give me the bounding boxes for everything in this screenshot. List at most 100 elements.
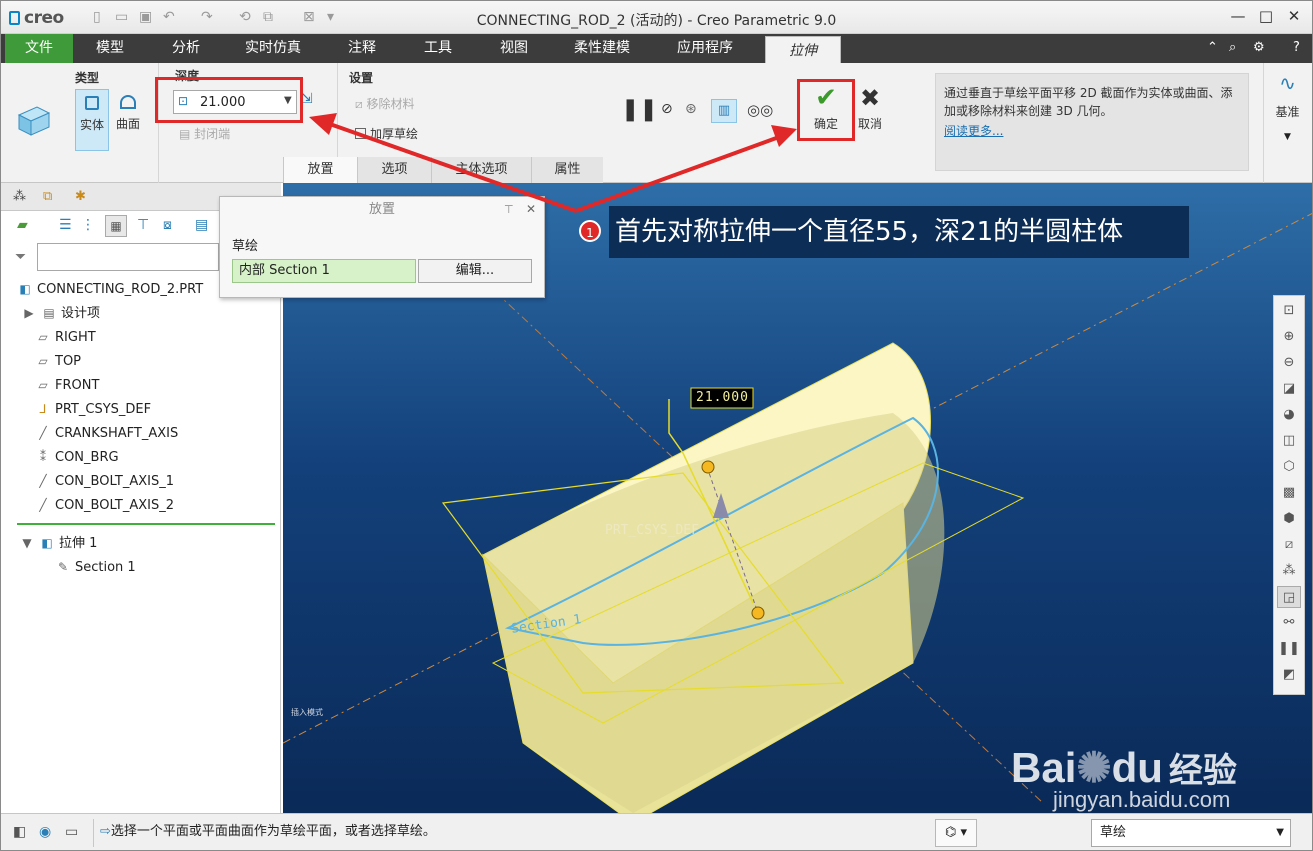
settings-label: 设置 — [349, 71, 374, 85]
menu-view[interactable]: 视图 — [485, 34, 543, 63]
tab-body-options[interactable]: 主体选项 — [431, 157, 531, 183]
annotation-display-icon[interactable]: ⚯ — [1277, 612, 1301, 634]
menu-annotate[interactable]: 注释 — [333, 34, 391, 63]
tree-columns-icon[interactable]: ⋮ — [81, 217, 95, 233]
thicken-sketch-option[interactable]: 加厚草绘 — [355, 125, 418, 142]
tab-properties[interactable]: 属性 — [531, 157, 603, 183]
zoom-out-icon[interactable]: ⊖ — [1277, 352, 1301, 374]
filter-funnel-icon[interactable]: ⏷ — [15, 249, 26, 265]
tree-item-label: 设计项 — [61, 306, 101, 321]
folder-browser-icon[interactable]: ⧉ — [43, 189, 52, 204]
tree-item-design-items[interactable]: ▶ ▤ 设计项 — [21, 301, 100, 325]
read-more-link[interactable]: 阅读更多... — [944, 122, 1240, 140]
expand-arrow-icon[interactable]: ▶ — [21, 301, 37, 325]
datum-planes-display-icon[interactable]: ⧄ — [1277, 534, 1301, 556]
tree-item-bolt-axis-1[interactable]: ╱ CON_BOLT_AXIS_1 — [35, 469, 174, 493]
maximize-button[interactable]: □ — [1251, 7, 1281, 25]
pin-icon[interactable]: ⊤ — [504, 203, 514, 216]
menu-file[interactable]: 文件 — [5, 34, 73, 63]
cancel-button[interactable]: ✖ 取消 — [853, 83, 887, 137]
favorites-icon[interactable]: ✱ — [75, 189, 86, 204]
perspective-icon[interactable]: ⬢ — [1277, 508, 1301, 530]
surface-toggle[interactable]: 曲面 — [111, 89, 145, 151]
menu-flexible-modeling[interactable]: 柔性建模 — [561, 34, 643, 63]
selection-filter[interactable]: 草绘 ▼ — [1091, 819, 1291, 847]
tab-options[interactable]: 选项 — [357, 157, 431, 183]
saved-views-icon[interactable]: ⬡ — [1277, 456, 1301, 478]
menu-model[interactable]: 模型 — [81, 34, 139, 63]
find-icon[interactable]: ⌬ ▾ — [935, 819, 977, 847]
refit-icon[interactable]: ⊡ — [1277, 300, 1301, 322]
model-tree-tab-icon[interactable]: ⁂ — [13, 189, 26, 204]
shading-icon[interactable]: ◕ — [1277, 404, 1301, 426]
datum-sketch-icon[interactable]: ∿ — [1264, 71, 1311, 95]
search-icon[interactable]: ⌕ — [1229, 40, 1236, 55]
spin-center-icon[interactable]: ◲ — [1277, 586, 1301, 608]
repaint-icon[interactable]: ◪ — [1277, 378, 1301, 400]
ok-button[interactable]: ✔ 确定 — [801, 83, 851, 137]
zoom-in-icon[interactable]: ⊕ — [1277, 326, 1301, 348]
tree-display-icon[interactable]: ▤ — [195, 217, 208, 233]
pause-animation-icon[interactable]: ❚❚ — [1277, 638, 1301, 660]
collapse-arrow-icon[interactable]: ▼ — [19, 531, 35, 555]
pause-icon[interactable]: ❚❚ — [621, 97, 658, 122]
tree-layers-icon[interactable]: ⧇ — [163, 217, 172, 233]
tree-item-extrude[interactable]: ▼ ◧ 拉伸 1 — [19, 531, 97, 555]
menu-applications[interactable]: 应用程序 — [665, 34, 745, 63]
filter-chevron-icon[interactable]: ▼ — [1276, 820, 1284, 846]
dimension-label[interactable]: 21.000 — [696, 390, 749, 405]
verify-icon[interactable]: ▥ — [711, 99, 737, 123]
tree-root[interactable]: ◧ CONNECTING_ROD_2.PRT — [17, 277, 203, 301]
toolbar-more-icon[interactable]: ◩ — [1277, 664, 1301, 686]
help-icon[interactable]: ? — [1293, 40, 1300, 55]
thicken-checkbox[interactable] — [355, 128, 366, 139]
tree-section-label: Section 1 — [75, 560, 136, 575]
remove-material-icon: ⧄ — [355, 97, 367, 111]
close-button[interactable]: ✕ — [1279, 7, 1309, 25]
tree-item-right[interactable]: ▱ RIGHT — [35, 325, 95, 349]
display-style-icon[interactable]: ◫ — [1277, 430, 1301, 452]
insert-here-line[interactable] — [17, 523, 275, 525]
close-icon[interactable]: ✕ — [526, 202, 536, 216]
tab-placement[interactable]: 放置 — [283, 157, 357, 183]
glasses-icon[interactable]: ◎◎ — [747, 101, 773, 119]
ribbon-collapse-icon[interactable]: ⌃ — [1207, 40, 1218, 55]
drag-handle-top — [701, 460, 715, 474]
tree-item-crankshaft-axis[interactable]: ╱ CRANKSHAFT_AXIS — [35, 421, 178, 445]
show-navigator-icon[interactable]: ◧ — [13, 824, 26, 840]
menu-simulation[interactable]: 实时仿真 — [233, 34, 313, 63]
sketch-icon: ✎ — [57, 560, 69, 574]
section-collector[interactable]: 内部 Section 1 — [232, 259, 416, 283]
datum-display-icon[interactable]: ⁂ — [1277, 560, 1301, 582]
menu-tools[interactable]: 工具 — [409, 34, 467, 63]
menu-extrude[interactable]: 拉伸 — [765, 36, 841, 63]
tree-item-top[interactable]: ▱ TOP — [35, 349, 81, 373]
tree-item-label: CON_BOLT_AXIS_1 — [55, 474, 175, 489]
tree-root-label: CONNECTING_ROD_2.PRT — [37, 282, 204, 297]
show-tree-icon[interactable]: ▰ — [17, 217, 28, 233]
tree-search-input[interactable] — [37, 243, 219, 271]
tree-item-csys[interactable]: ⅃ PRT_CSYS_DEF — [35, 397, 151, 421]
view-manager-icon[interactable]: ▩ — [1277, 482, 1301, 504]
no-preview-icon[interactable]: ⊘ — [661, 101, 673, 117]
baidu-watermark: Bai✺du 经验 — [1011, 743, 1237, 792]
settings-icon[interactable]: ⚙ — [1253, 40, 1265, 55]
solid-toggle[interactable]: 实体 — [75, 89, 109, 151]
edit-sketch-button[interactable]: 编辑... — [418, 259, 532, 283]
minimize-button[interactable]: — — [1223, 7, 1253, 25]
preview-icon[interactable]: ⊛ — [685, 101, 697, 117]
menu-analysis[interactable]: 分析 — [157, 34, 215, 63]
tree-item-section[interactable]: ✎ Section 1 — [55, 555, 136, 579]
tree-filter-icon[interactable]: ⊤ — [137, 217, 149, 233]
datum-chevron-icon[interactable]: ▼ — [1264, 132, 1311, 142]
tree-item-bolt-axis-2[interactable]: ╱ CON_BOLT_AXIS_2 — [35, 493, 174, 517]
curved-face — [483, 413, 945, 813]
tree-item-con-brg[interactable]: ⁑ CON_BRG — [35, 445, 119, 469]
browser-icon[interactable]: ◉ — [39, 824, 51, 840]
fullscreen-icon[interactable]: ▭ — [65, 824, 78, 840]
tree-item-label: TOP — [55, 354, 82, 369]
flip-direction-icon[interactable]: ⇲ — [301, 91, 319, 113]
tree-item-front[interactable]: ▱ FRONT — [35, 373, 99, 397]
tree-settings-icon[interactable]: ▦ — [105, 215, 127, 237]
tree-list-icon[interactable]: ☰ — [59, 217, 72, 233]
